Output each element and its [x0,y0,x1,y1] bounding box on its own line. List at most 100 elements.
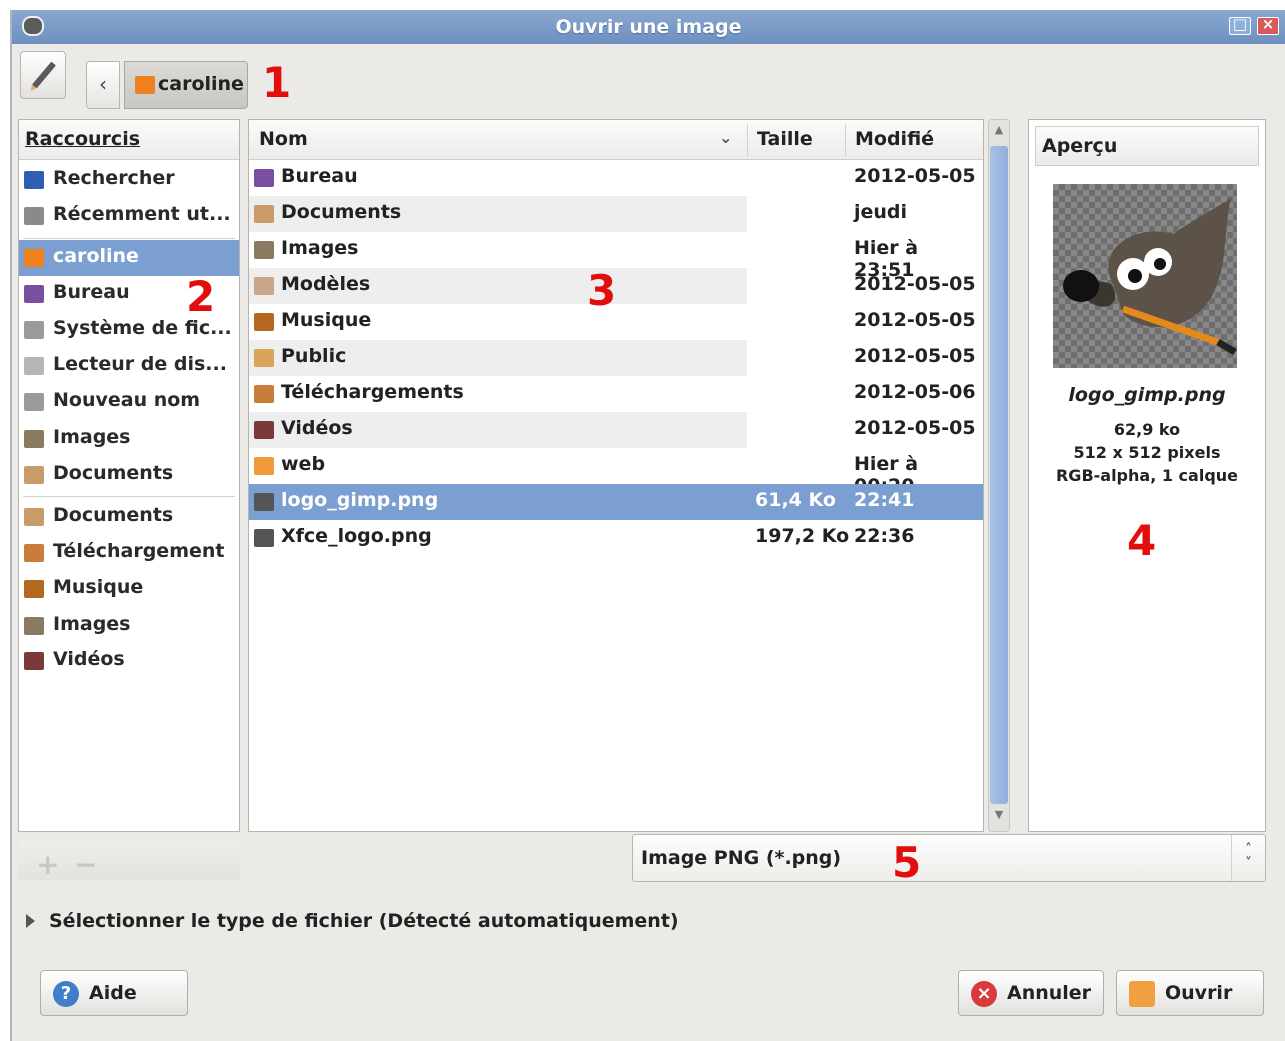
file-row[interactable]: Xfce_logo.png 197,2 Ko 22:36 [249,520,983,556]
pictures-folder-icon [24,430,44,448]
preview-size: 62,9 ko [1113,420,1181,439]
file-row[interactable]: Téléchargements 2012-05-06 [249,376,983,412]
open-folder-icon [1129,981,1155,1007]
path-back-button[interactable]: ‹ [86,61,120,109]
scroll-up-icon[interactable]: ▲ [991,123,1007,143]
file-modified: 2012-05-05 [854,417,976,439]
documents-folder-icon [24,466,44,484]
filter-selected-value: Image PNG (*.png) [641,847,842,869]
preview-thumbnail [1053,184,1237,368]
file-row[interactable]: Documents jeudi [249,196,983,232]
sidebar-separator [23,496,235,497]
public-folder-icon [254,349,274,367]
cancel-button[interactable]: × Annuler [958,970,1104,1016]
sidebar-item[interactable]: Vidéos [19,643,239,679]
open-button[interactable]: Ouvrir [1116,970,1264,1016]
remove-bookmark-button[interactable]: − [74,848,97,881]
preview-filename: logo_gimp.png [1068,384,1226,406]
file-name-cell: Vidéos [249,412,747,448]
file-row[interactable]: webHier à 00:20 [249,448,983,497]
maximize-button[interactable]: □ [1229,15,1251,35]
expander-triangle-icon [26,914,35,928]
column-name[interactable]: Nom [259,128,308,150]
file-row[interactable]: Images Hier à 23:51 [249,232,983,281]
file-name: web [281,453,326,475]
file-name-cell: Documents [249,196,747,232]
file-list-header: Nom ⌄ Taille Modifié [249,120,983,160]
drive-icon [24,393,44,411]
add-bookmark-button[interactable]: + [36,848,59,881]
help-button[interactable]: ? Aide [40,970,188,1016]
file-name: Xfce_logo.png [281,525,432,547]
sidebar-item[interactable]: Rechercher [19,162,239,198]
file-name: Vidéos [281,417,353,439]
preview-dimensions: 512 x 512 pixels [1073,443,1221,462]
home-folder-icon [24,249,44,267]
file-modified: 2012-05-05 [854,309,976,331]
file-name-cell: logo_gimp.png [249,484,747,520]
sidebar-item-label: Images [53,613,131,635]
chevron-down-icon[interactable]: ⌄ [719,128,732,147]
expander-label: Sélectionner le type de fichier (Détecté… [49,910,679,932]
videos-folder-icon [254,421,274,439]
updown-arrows-icon: ˄ ˅ [1231,835,1265,881]
file-row[interactable]: logo_gimp.png 61,4 Ko 22:41 [249,484,983,520]
file-row[interactable]: Public 2012-05-05 [249,340,983,376]
file-row[interactable]: Vidéos 2012-05-05 [249,412,983,448]
close-button[interactable]: × [1257,15,1279,35]
sidebar-item[interactable]: Documents [19,457,239,493]
file-row[interactable]: Bureau 2012-05-05 [249,160,983,196]
annotation-marker-5: 5 [892,838,922,887]
folder-icon [254,457,274,475]
sidebar-item[interactable]: Téléchargement [19,535,239,571]
file-modified: 2012-05-06 [854,381,976,403]
chevron-left-icon: ‹ [99,72,107,96]
sidebar-item[interactable]: Images [19,421,239,457]
file-type-expander[interactable]: Sélectionner le type de fichier (Détecté… [26,910,679,932]
sidebar-item-label: Rechercher [53,167,175,189]
file-modified: 2012-05-05 [854,273,976,295]
file-modified: jeudi [854,201,908,223]
sidebar-item-label: Musique [53,576,144,598]
breadcrumb-home[interactable]: caroline [124,61,248,109]
desktop-folder-icon [254,169,274,187]
annotation-marker-2: 2 [186,272,216,321]
file-type-filter[interactable]: Image PNG (*.png) ˄ ˅ [632,834,1266,882]
annotation-marker-4: 4 [1127,516,1157,565]
column-modified[interactable]: Modifié [855,128,934,150]
breadcrumb-label: caroline [158,73,244,95]
drive-icon [24,321,44,339]
preview-type: RGB-alpha, 1 calque [1055,466,1239,485]
file-name-cell: Images [249,232,747,268]
sidebar-item[interactable]: Récemment ut... [19,198,239,234]
sidebar-item-label: Vidéos [53,648,125,670]
sidebar-item-label: Récemment ut... [53,203,231,225]
sidebar-item-label: caroline [53,245,139,267]
column-size[interactable]: Taille [757,128,813,150]
open-button-label: Ouvrir [1165,982,1233,1004]
sidebar-item[interactable]: Nouveau nom [19,384,239,420]
file-name-cell: Xfce_logo.png [249,520,747,556]
file-modified: 2012-05-05 [854,345,976,367]
annotation-marker-3: 3 [587,266,617,315]
help-button-label: Aide [89,982,137,1004]
sidebar-item-label: Images [53,426,131,448]
annotation-marker-1: 1 [262,58,292,107]
home-folder-icon [135,76,155,94]
file-name: logo_gimp.png [281,489,439,511]
sidebar-item[interactable]: Musique [19,571,239,607]
scrollbar-thumb[interactable] [990,146,1008,804]
scroll-down-icon[interactable]: ▼ [991,808,1007,828]
gimp-mascot-icon [1063,198,1237,356]
sidebar-header[interactable]: Raccourcis [19,120,239,160]
sidebar-item[interactable]: Documents [19,499,239,535]
sidebar-item[interactable]: Lecteur de dis... [19,348,239,384]
sidebar-item[interactable]: Images [19,608,239,644]
file-list-scrollbar[interactable]: ▲ ▼ [988,119,1010,832]
documents-folder-icon [24,508,44,526]
type-location-button[interactable] [20,51,66,99]
file-name: Téléchargements [281,381,464,403]
sidebar-item[interactable]: caroline [19,240,239,276]
music-folder-icon [254,313,274,331]
file-size: 197,2 Ko [755,525,850,547]
